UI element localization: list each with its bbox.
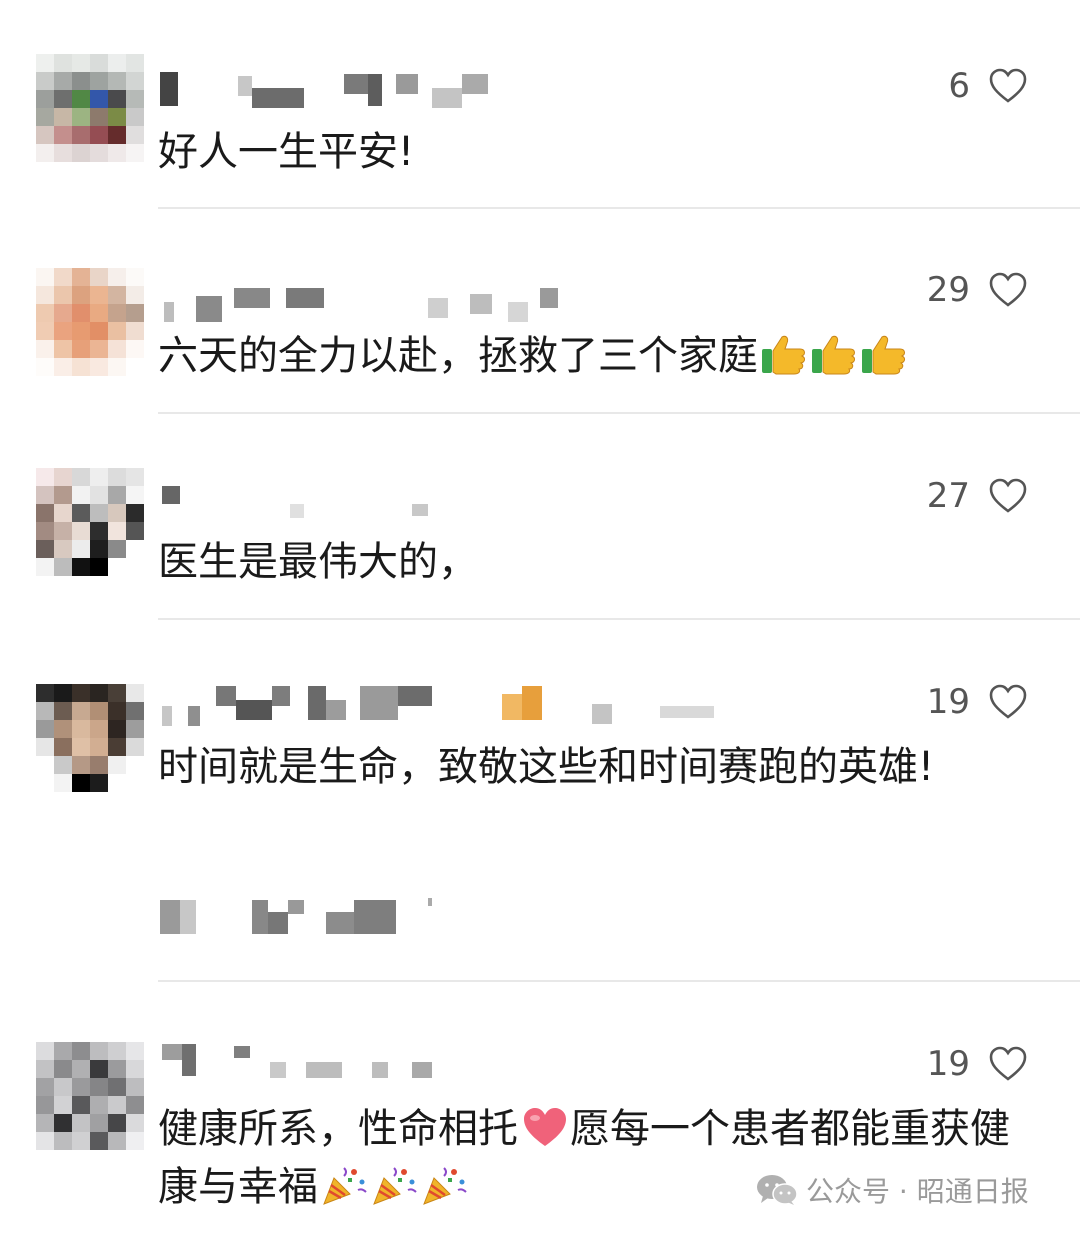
watermark: 公众号 · 昭通日报 xyxy=(756,1170,1029,1210)
like-count: 29 xyxy=(926,270,970,310)
red-heart-emoji xyxy=(524,1108,566,1146)
thumbs-up-emoji xyxy=(762,335,805,375)
comment-item: 29 六天的全力以赴，拯救了三个家庭 xyxy=(0,210,1080,416)
thumbs-up-emoji xyxy=(812,335,855,375)
username-blurred[interactable] xyxy=(160,288,580,324)
comment-text: 好人一生平安! xyxy=(158,129,415,175)
avatar[interactable] xyxy=(36,1042,144,1150)
like-count: 19 xyxy=(926,1044,970,1084)
comment-text: 医生是最伟大的， xyxy=(158,539,478,585)
like-count: 6 xyxy=(948,66,970,106)
comment-text-part-1: 健康所系，性命相托 xyxy=(158,1106,518,1152)
avatar[interactable] xyxy=(36,468,144,576)
heart-outline-icon[interactable] xyxy=(988,66,1028,106)
comment-text: 六天的全力以赴，拯救了三个家庭 xyxy=(158,328,1038,384)
heart-outline-icon[interactable] xyxy=(988,476,1028,516)
party-popper-emoji xyxy=(423,1167,467,1205)
party-popper-emoji xyxy=(323,1167,367,1205)
heart-outline-icon[interactable] xyxy=(988,682,1028,722)
heart-outline-icon[interactable] xyxy=(988,1044,1028,1084)
heart-outline-icon[interactable] xyxy=(988,270,1028,310)
comment-item: 6 好人一生平安! xyxy=(0,0,1080,210)
thumbs-up-emoji xyxy=(862,335,905,375)
party-popper-emoji xyxy=(373,1167,417,1205)
username-blurred[interactable] xyxy=(160,486,460,522)
wechat-logo-icon xyxy=(757,1175,798,1205)
like-count: 19 xyxy=(926,682,970,722)
avatar[interactable] xyxy=(36,54,144,162)
avatar[interactable] xyxy=(36,268,144,376)
avatar[interactable] xyxy=(36,684,144,792)
username-blurred[interactable] xyxy=(160,1044,460,1080)
like-count: 27 xyxy=(926,476,970,516)
comment-item: 19 时间就是生命，致敬这些和时间赛跑的英雄! xyxy=(0,620,1080,982)
comment-text-body: 六天的全力以赴，拯救了三个家庭 xyxy=(158,333,758,379)
username-blurred[interactable] xyxy=(160,686,740,726)
comment-text: 时间就是生命，致敬这些和时间赛跑的英雄! xyxy=(158,744,935,790)
divider xyxy=(158,207,1080,209)
divider xyxy=(158,412,1080,414)
comment-item: 27 医生是最伟大的， xyxy=(0,416,1080,620)
reply-preview-blurred[interactable] xyxy=(160,898,460,938)
watermark-text: 公众号 · 昭通日报 xyxy=(806,1175,1029,1208)
username-blurred[interactable] xyxy=(160,72,490,108)
